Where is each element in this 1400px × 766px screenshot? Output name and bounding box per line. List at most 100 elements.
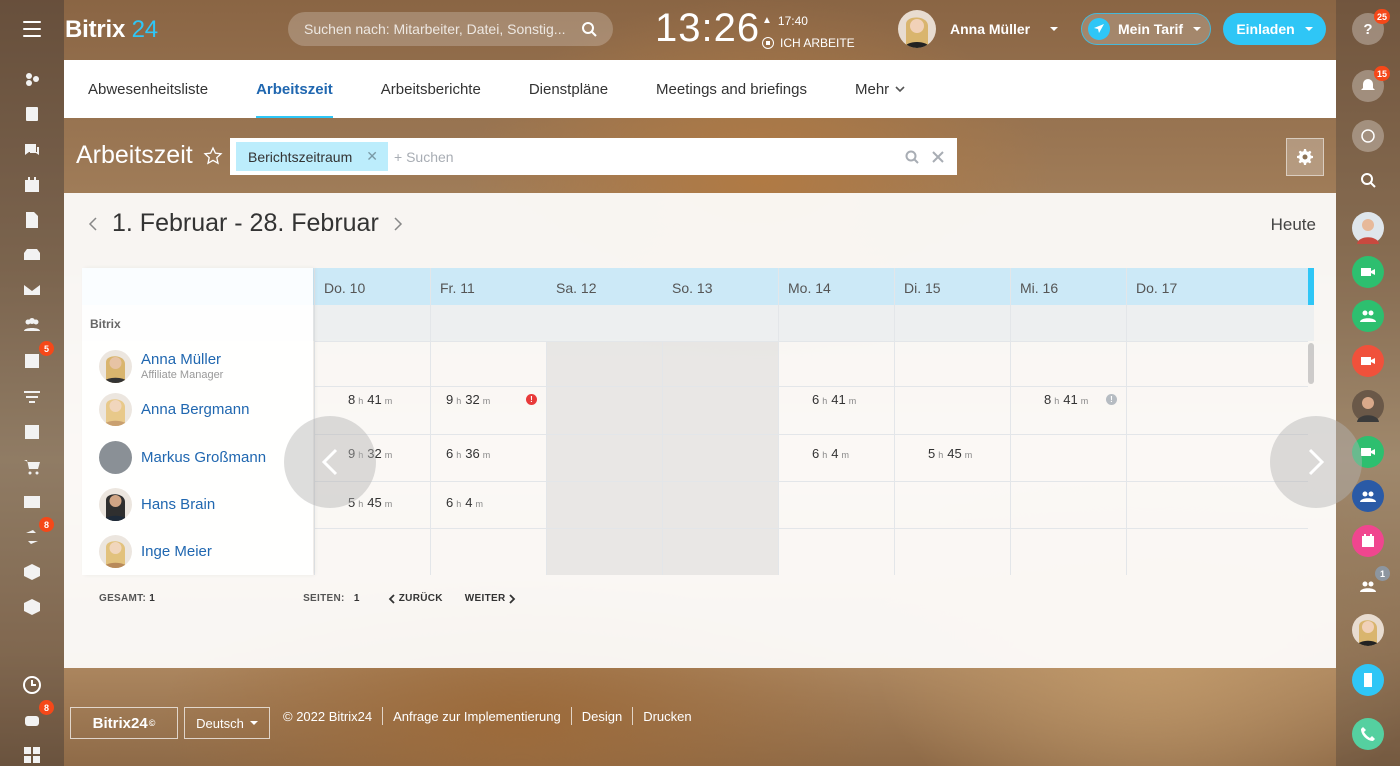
video-conference-icon[interactable] <box>1352 345 1384 377</box>
video-call-icon[interactable] <box>1352 256 1384 288</box>
global-search[interactable] <box>288 12 613 46</box>
back-button[interactable]: ZURÜCK <box>388 593 443 604</box>
contacts-icon[interactable] <box>20 490 44 514</box>
box-icon[interactable] <box>20 560 44 584</box>
global-search-input[interactable] <box>304 21 581 37</box>
scrollbar[interactable] <box>1308 343 1314 384</box>
time-icon[interactable] <box>20 673 44 697</box>
tab-meetings[interactable]: Meetings and briefings <box>656 60 807 118</box>
employee-avatar <box>99 488 132 521</box>
tasks-badge: 5 <box>39 341 54 356</box>
clock[interactable]: 13:26 <box>655 6 760 51</box>
tab-mehr[interactable]: Mehr <box>855 60 905 118</box>
bell-icon[interactable]: 15 <box>1352 66 1390 102</box>
tab-arbeitszeit[interactable]: Arbeitszeit <box>256 60 333 118</box>
tab-dienstplaene[interactable]: Dienstpläne <box>529 60 608 118</box>
design-link[interactable]: Design <box>582 709 622 724</box>
remove-chip-icon[interactable]: ✕ <box>366 148 378 165</box>
worktime-entry[interactable]: 6h4m <box>812 446 853 461</box>
worktime-entry[interactable]: 8 h 41 m <box>348 392 396 407</box>
scroll-left-button[interactable] <box>284 416 376 508</box>
employee-row[interactable]: Anna Bergmann <box>82 386 313 433</box>
robot-icon[interactable]: 8 <box>20 700 54 732</box>
contact-avatar[interactable] <box>1352 212 1384 244</box>
warning-icon[interactable]: ! <box>1106 394 1117 405</box>
employee-name[interactable]: Anna Bergmann <box>141 401 249 418</box>
documents-icon[interactable] <box>20 208 44 232</box>
search-icon[interactable] <box>581 21 597 37</box>
chevron-left-icon[interactable] <box>88 216 98 231</box>
employee-avatar <box>99 349 132 383</box>
crm-icon[interactable] <box>20 385 44 409</box>
mail-icon[interactable] <box>20 278 44 302</box>
apps-grid-icon[interactable] <box>20 743 44 766</box>
chevron-right-icon[interactable] <box>393 216 403 231</box>
tabs-bar: Abwesenheitsliste Arbeitszeit Arbeitsber… <box>64 60 1336 118</box>
worktime-entry[interactable]: 6 h 41 m <box>812 392 860 407</box>
star-icon[interactable] <box>203 145 223 166</box>
group-chat-icon[interactable] <box>1352 300 1384 332</box>
next-button[interactable]: WEITER <box>465 593 517 604</box>
scroll-right-button[interactable] <box>1270 416 1362 508</box>
worktime-entry[interactable]: 8 h 41 m <box>1044 392 1092 407</box>
market-icon[interactable] <box>20 595 44 619</box>
alarm-icon: ▲ <box>762 15 772 26</box>
mein-tarif-button[interactable]: Mein Tarif <box>1081 13 1211 45</box>
employees-icon[interactable] <box>20 313 44 337</box>
tasks-icon[interactable]: 5 <box>20 341 54 373</box>
filter-bar[interactable]: Berichtszeitraum ✕ <box>230 138 957 175</box>
hamburger-menu-icon[interactable] <box>23 21 41 37</box>
group-icon[interactable]: 1 <box>1352 566 1390 602</box>
warning-icon[interactable]: ! <box>526 394 537 405</box>
chevron-left-icon <box>388 593 395 604</box>
clear-icon[interactable] <box>931 150 945 164</box>
employee-row[interactable]: Markus Großmann <box>82 434 313 481</box>
bitrix24-logo[interactable]: Bitrix 24 <box>65 16 158 44</box>
employee-name[interactable]: Inge Meier <box>141 543 212 560</box>
employee-name[interactable]: Hans Brain <box>141 496 215 513</box>
einladen-button[interactable]: Einladen <box>1223 13 1326 45</box>
employee-name[interactable]: Anna Müller <box>141 351 223 368</box>
worktime-entry[interactable]: 6h4m <box>446 495 487 510</box>
shop-icon[interactable] <box>20 455 44 479</box>
search-icon[interactable] <box>905 150 919 164</box>
tab-abwesenheitsliste[interactable]: Abwesenheitsliste <box>88 60 208 118</box>
contact-avatar[interactable] <box>1352 390 1384 422</box>
search-icon[interactable] <box>1352 164 1384 196</box>
calendar-icon[interactable] <box>20 173 44 197</box>
employee-name[interactable]: Markus Großmann <box>141 449 266 466</box>
sites-icon[interactable] <box>20 420 44 444</box>
chat-icon[interactable] <box>20 138 44 162</box>
filter-search-input[interactable] <box>388 148 905 165</box>
feed-icon[interactable] <box>20 67 44 91</box>
language-select[interactable]: Deutsch <box>184 707 270 739</box>
phone-transfer-icon[interactable] <box>1352 664 1384 696</box>
messages-icon[interactable] <box>1352 120 1384 152</box>
calendar-event-icon[interactable] <box>1352 525 1384 557</box>
phone-call-icon[interactable] <box>1352 718 1384 750</box>
employee-avatar <box>99 441 132 474</box>
today-button[interactable]: Heute <box>1271 215 1316 235</box>
work-status[interactable]: ▲ 17:40 ICH ARBEITE <box>762 10 855 54</box>
workgroup-icon[interactable] <box>1352 480 1384 512</box>
worktime-entry[interactable]: 5 h 45 m <box>928 446 976 461</box>
help-icon[interactable]: ? 25 <box>1352 9 1390 45</box>
implementation-link[interactable]: Anfrage zur Implementierung <box>393 709 561 724</box>
footer-logo[interactable]: Bitrix24 © <box>70 707 178 739</box>
filter-chip[interactable]: Berichtszeitraum ✕ <box>236 142 388 171</box>
worktime-entry[interactable]: 6 h 36 m <box>446 446 494 461</box>
employee-avatar <box>99 393 132 426</box>
employee-row[interactable]: Anna Müller Affiliate Manager <box>82 347 313 385</box>
worktime-entry[interactable]: 9 h 32 m <box>446 392 494 407</box>
user-menu[interactable]: Anna Müller <box>898 10 1059 48</box>
print-link[interactable]: Drucken <box>643 709 691 724</box>
contact-avatar[interactable] <box>1352 614 1384 646</box>
day-header: Sa. 12 <box>556 280 597 296</box>
messenger-icon[interactable] <box>20 102 44 126</box>
tab-arbeitsberichte[interactable]: Arbeitsberichte <box>381 60 481 118</box>
automation-icon[interactable]: 8 <box>20 517 54 549</box>
settings-button[interactable] <box>1286 138 1324 176</box>
employee-row[interactable]: Hans Brain <box>82 481 313 528</box>
employee-row[interactable]: Inge Meier <box>82 528 313 575</box>
drive-icon[interactable] <box>20 243 44 267</box>
